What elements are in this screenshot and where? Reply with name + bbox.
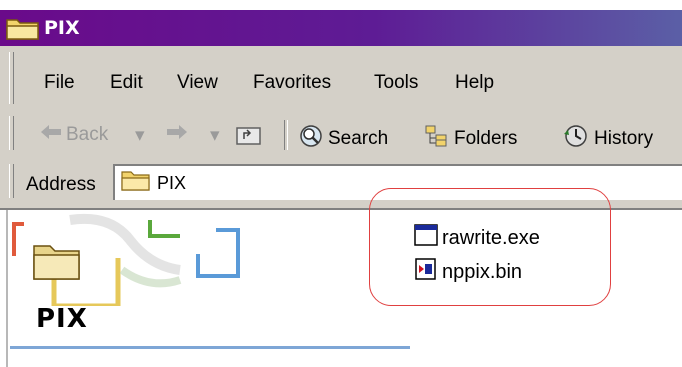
- chevron-down-icon: ▾: [210, 125, 220, 146]
- search-icon: [298, 124, 324, 154]
- menu-tools[interactable]: Tools: [374, 72, 418, 94]
- up-folder-button[interactable]: [236, 124, 262, 152]
- back-label: Back: [66, 124, 109, 145]
- heading-underline: [10, 346, 410, 349]
- history-icon: [562, 124, 590, 154]
- toolbar-separator: [284, 120, 288, 150]
- folder-icon: [121, 169, 151, 197]
- history-button[interactable]: History: [562, 124, 653, 154]
- back-arrow-icon: [40, 124, 62, 146]
- folder-icon: [6, 16, 40, 46]
- forward-arrow-icon: [166, 124, 188, 146]
- chevron-down-icon: ▾: [135, 125, 145, 146]
- menu-help[interactable]: Help: [455, 72, 494, 94]
- menu-view[interactable]: View: [177, 72, 218, 94]
- window-title: PIX: [44, 17, 80, 39]
- folders-label: Folders: [454, 128, 518, 149]
- folders-tree-icon: [424, 124, 450, 154]
- folder-heading: PIX: [36, 304, 88, 334]
- back-button[interactable]: Back: [40, 124, 108, 146]
- forward-dropdown[interactable]: ▾: [210, 124, 220, 147]
- menu-grip[interactable]: [9, 52, 14, 104]
- back-dropdown[interactable]: ▾: [135, 124, 145, 147]
- title-bar: PIX: [0, 10, 682, 46]
- forward-button[interactable]: [166, 124, 188, 146]
- standard-toolbar: Back ▾ ▾ Search Folders History: [0, 110, 682, 157]
- address-label: Address: [26, 174, 96, 195]
- toolbar-grip[interactable]: [9, 116, 14, 150]
- address-value: PIX: [157, 172, 187, 193]
- address-grip[interactable]: [9, 164, 14, 198]
- menu-file[interactable]: File: [44, 72, 75, 94]
- menu-bar: File Edit View Favorites Tools Help: [0, 46, 682, 111]
- pane-border: [6, 210, 8, 367]
- search-label: Search: [328, 128, 389, 149]
- large-folder-icon: [32, 240, 82, 288]
- folders-button[interactable]: Folders: [424, 124, 517, 154]
- search-button[interactable]: Search: [298, 124, 388, 154]
- highlight-annotation: [369, 188, 611, 306]
- menu-edit[interactable]: Edit: [110, 72, 143, 94]
- up-folder-icon: [236, 124, 262, 152]
- menu-favorites[interactable]: Favorites: [253, 72, 331, 94]
- history-label: History: [594, 128, 654, 149]
